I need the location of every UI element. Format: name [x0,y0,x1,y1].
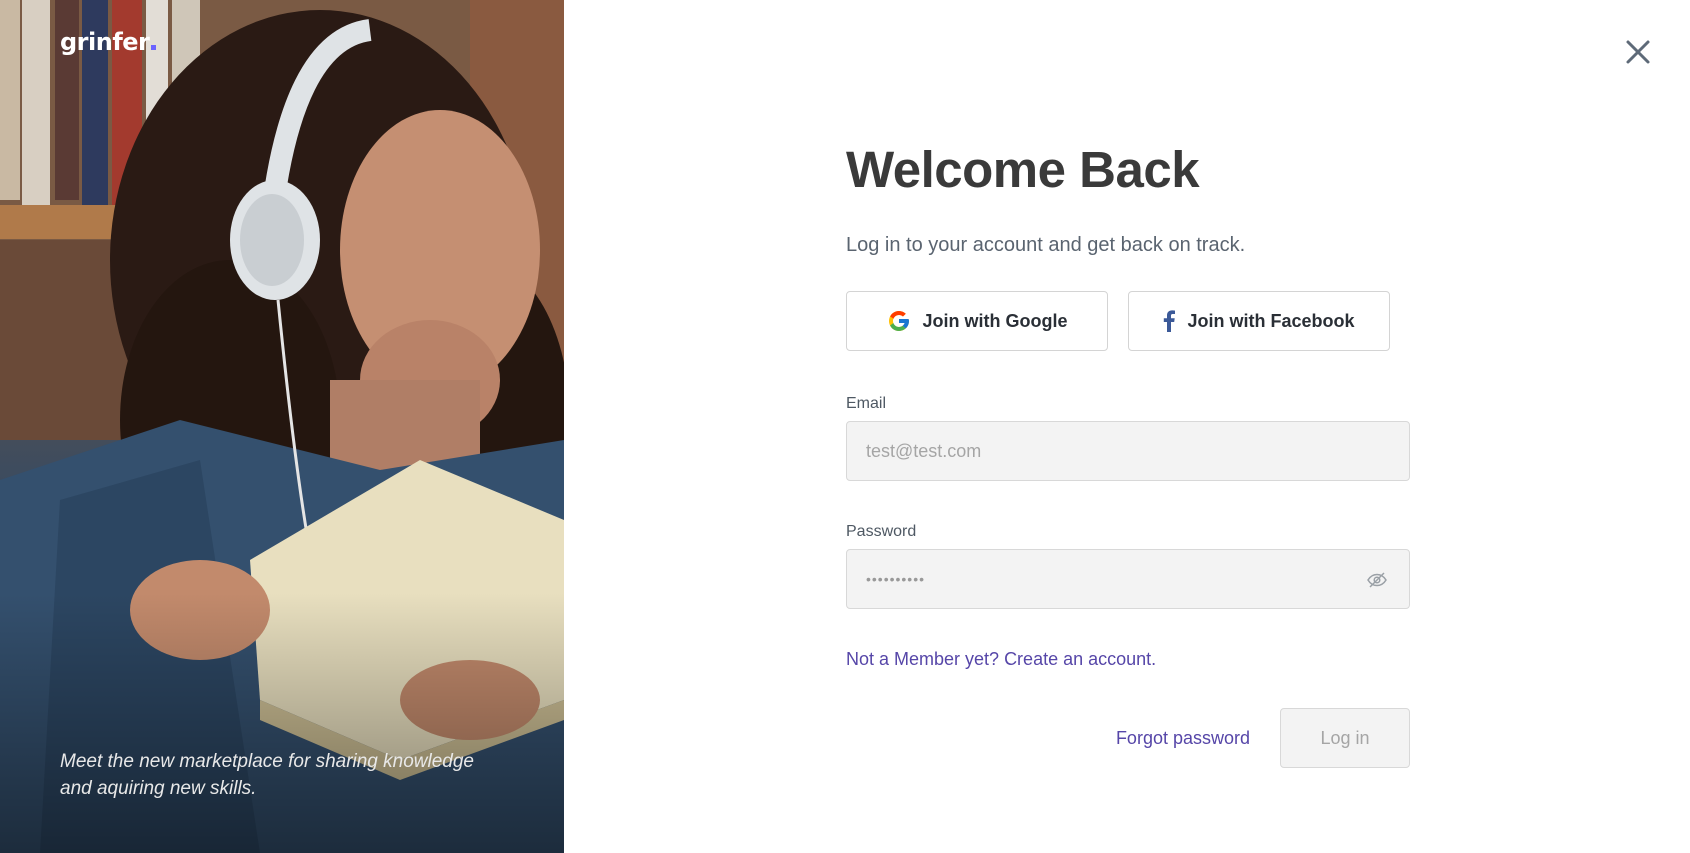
google-login-button[interactable]: Join with Google [846,291,1108,351]
password-field[interactable] [847,550,1409,608]
facebook-icon [1164,310,1176,332]
create-account-link[interactable]: Not a Member yet? Create an account. [846,649,1156,670]
facebook-login-label: Join with Facebook [1187,310,1355,331]
email-label: Email [846,395,887,412]
page-title: Welcome Back [846,141,1200,198]
facebook-login-button[interactable]: Join with Facebook [1128,291,1390,351]
brand-logo[interactable]: grinfer [60,28,157,56]
brand-name: grinfer [60,28,150,56]
close-button[interactable] [1622,36,1654,68]
email-field-wrapper [846,421,1410,481]
social-login-group: Join with Google Join with Facebook [846,291,1410,351]
password-label: Password [846,523,917,540]
hero-panel: grinfer Meet the new marketplace for sha… [0,0,564,853]
google-icon [888,311,909,331]
page-subtitle: Log in to your account and get back on t… [846,234,1246,256]
google-login-label: Join with Google [922,310,1068,331]
eye-off-icon[interactable] [1367,571,1387,589]
forgot-password-link[interactable]: Forgot password [1116,728,1250,749]
email-field[interactable] [847,422,1409,480]
password-field-wrapper [846,549,1410,609]
hero-shade [0,593,564,853]
logo-dot-icon [151,45,157,50]
login-button[interactable]: Log in [1280,708,1410,768]
close-icon [1626,40,1650,64]
form-actions: Forgot password Log in [846,708,1410,768]
login-form: Welcome Back Log in to your account and … [846,140,1410,768]
hero-tagline: Meet the new marketplace for sharing kno… [60,751,475,799]
